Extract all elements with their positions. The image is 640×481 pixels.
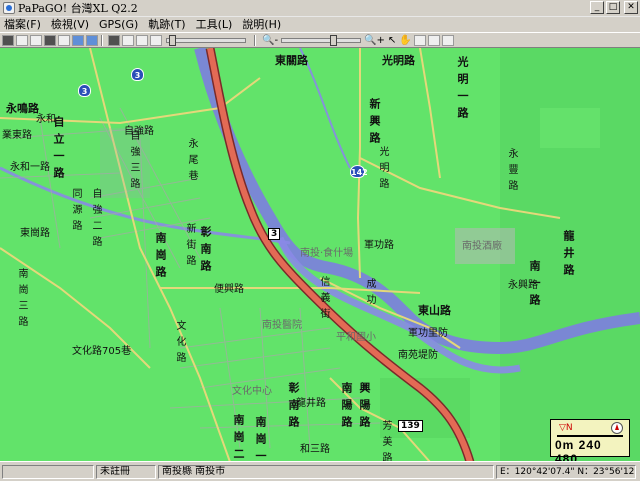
scale-bar	[557, 435, 623, 437]
playback-slider[interactable]	[166, 34, 246, 46]
map-label-nantou-market: 南投·食什場	[300, 248, 354, 259]
route-shield-3-north: 3	[131, 68, 144, 81]
map-label-zhangnan-road: 彰南路	[199, 226, 212, 277]
map-label-nangang-3-road: 南崗三路	[16, 268, 27, 332]
north-arrow-icon: ▽N	[559, 423, 573, 433]
map-view[interactable]: 東關路 光明一路 光明路 新興路 光明路 自立一路 自強路 永鳴路 業東路 自強…	[0, 47, 640, 462]
toolbar-separator-2	[254, 34, 256, 46]
minimize-button[interactable]: _	[590, 1, 604, 14]
map-label-nantou-winery: 南投酒廠	[462, 241, 502, 252]
scale-legend: ▽N 0m 240 480	[550, 419, 630, 462]
pause-icon[interactable]	[150, 34, 162, 46]
map-label-guangming-1-road: 光明一路	[456, 56, 469, 124]
map-label-xinjie-road: 新街路	[184, 223, 195, 271]
map-label-wenhua-road: 文化路	[174, 320, 185, 368]
menu-file[interactable]: 檔案(F)	[0, 16, 47, 32]
status-register: 未註冊	[96, 464, 156, 479]
status-county: 南投縣 南投市	[158, 464, 494, 479]
map-label-tongyuan-road: 同源路	[70, 188, 81, 236]
map-label-jungong-embankment: 軍功里防	[408, 328, 448, 339]
maximize-button[interactable]: □	[606, 1, 620, 14]
save-icon[interactable]	[44, 34, 56, 46]
map-label-dongguan-road: 東關路	[275, 54, 308, 67]
map-label-yongfeng-road: 永豐路	[506, 148, 517, 196]
map-label-cultural-center: 文化中心	[232, 386, 272, 397]
map-label-donggang-road: 東崗路	[20, 228, 50, 239]
menu-help[interactable]: 說明(H)	[238, 16, 287, 32]
map-label-nan-1-road: 南一路	[528, 260, 541, 311]
map-label-ziqiang-2-road: 自強二路	[90, 188, 101, 252]
menu-bar: 檔案(F) 檢視(V) GPS(G) 軌跡(T) 工具(L) 說明(H)	[0, 16, 640, 32]
zoom-out-icon[interactable]: 🔍-	[262, 35, 278, 46]
toolbar: 🔍- 🔍+ ↖ ✋	[0, 32, 640, 48]
menu-tools[interactable]: 工具(L)	[192, 16, 239, 32]
title-bar: PaPaGO! 台灣XL Q2.2 _ □ ✕	[0, 0, 640, 17]
stop-icon[interactable]	[122, 34, 134, 46]
full-view-icon[interactable]	[441, 34, 454, 46]
zoom-slider[interactable]	[281, 34, 362, 46]
map-label-yonghe: 永和	[36, 114, 56, 125]
scale-text: 0m 240 480	[555, 438, 602, 462]
map-label-nangang-2-road: 南崗二路	[232, 414, 245, 462]
toolbar-separator	[101, 34, 103, 46]
map-label-bianxing-road: 便興路	[214, 284, 244, 295]
map-label-guangming-road: 光明路	[377, 146, 388, 194]
map-label-xinxing-road: 新興路	[368, 98, 381, 149]
menu-gps[interactable]: GPS(G)	[95, 18, 144, 31]
map-label-yedong-road: 業東路	[2, 130, 32, 141]
route-shield-142: 142	[350, 165, 368, 178]
map-label-he-3-road: 和三路	[300, 444, 330, 455]
map-label-yongwei-lane: 永尾巷	[186, 138, 197, 186]
map-label-nangang-1-road: 南崗一路	[254, 416, 267, 462]
map-label-wenhua-705-lane: 文化路705巷	[72, 346, 132, 357]
highway-shield-139: 139	[398, 420, 423, 432]
window-zoom-icon[interactable]	[427, 34, 440, 46]
map-label-dongshan-road: 東山路	[418, 304, 451, 317]
new-file-icon[interactable]	[16, 34, 28, 46]
route-shield-3-west: 3	[78, 84, 91, 97]
playback-slider-thumb[interactable]	[169, 34, 176, 46]
map-label-guangming-road-top: 光明路	[382, 54, 415, 67]
map-label-yonghe-1-road: 永和一路	[10, 162, 50, 173]
record-icon[interactable]	[108, 34, 120, 46]
status-coordinates: E：120°42'07.4" N：23°56'12.1"	[496, 464, 636, 479]
status-pane-empty	[2, 464, 94, 479]
fit-map-icon[interactable]	[413, 34, 426, 46]
map-label-xingyang-road: 興陽路	[358, 382, 371, 433]
map-label-longjing-road: 龍井路	[562, 230, 575, 281]
map-label-xinyi-street: 信義街	[318, 276, 329, 324]
forward-icon[interactable]	[86, 34, 98, 46]
play-icon[interactable]	[136, 34, 148, 46]
window-title: PaPaGO! 台灣XL Q2.2	[18, 2, 138, 15]
highway-shield-3: 3	[268, 228, 281, 240]
hand-icon[interactable]: ✋	[399, 35, 411, 46]
close-button[interactable]: ✕	[624, 1, 638, 14]
map-label-nantou-hospital: 南投醫院	[262, 320, 302, 331]
print-icon[interactable]	[58, 34, 70, 46]
map-label-fangmei-road: 芳美路	[380, 420, 391, 462]
map-label-pinghe-school: 平和國小	[336, 332, 376, 343]
menu-track[interactable]: 軌跡(T)	[144, 16, 191, 32]
map-label-nanyang-road: 南陽路	[340, 382, 353, 433]
map-label-jungong-road: 軍功路	[364, 240, 394, 251]
map-label-chenggong: 成功	[364, 278, 375, 310]
window-buttons: _ □ ✕	[590, 1, 638, 14]
pointer-icon[interactable]: ↖	[388, 35, 396, 46]
map-label-nangang-road: 南崗路	[154, 232, 167, 283]
back-icon[interactable]	[72, 34, 84, 46]
zoom-in-icon[interactable]: 🔍+	[364, 35, 385, 46]
app-icon	[3, 2, 15, 14]
compass-icon[interactable]	[611, 422, 623, 434]
map-label-zili-1-road: 自立一路	[52, 116, 65, 184]
open-folder-icon[interactable]	[30, 34, 42, 46]
map-label-nanyuan-embankment: 南苑堤防	[398, 350, 438, 361]
menu-view[interactable]: 檢視(V)	[47, 16, 95, 32]
zoom-slider-thumb[interactable]	[330, 34, 338, 46]
map-label-yongming-road: 永鳴路	[6, 102, 39, 115]
gps-icon[interactable]	[2, 34, 14, 46]
map-label-longjing-road-2: 龍井路	[296, 398, 326, 409]
map-label-ziqiang-3-road: 自強三路	[128, 130, 139, 194]
status-bar: 未註冊 南投縣 南投市 E：120°42'07.4" N：23°56'12.1"	[0, 461, 640, 481]
